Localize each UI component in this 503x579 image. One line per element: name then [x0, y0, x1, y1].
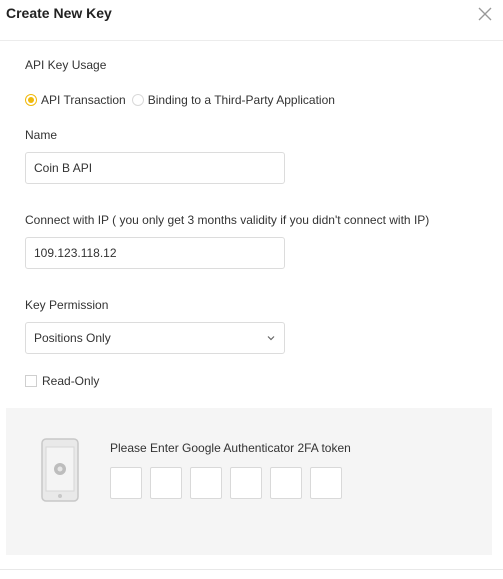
two-fa-digit-3[interactable] — [190, 467, 222, 499]
two-fa-digit-2[interactable] — [150, 467, 182, 499]
dialog-footer-divider — [0, 569, 503, 570]
api-key-usage-options: API Transaction Binding to a Third-Party… — [25, 92, 341, 108]
ip-input[interactable] — [25, 237, 285, 269]
two-fa-digit-1[interactable] — [110, 467, 142, 499]
read-only-label: Read-Only — [42, 374, 100, 388]
radio-third-party[interactable] — [131, 94, 144, 106]
chevron-down-icon — [267, 336, 275, 341]
radio-third-party-label[interactable]: Binding to a Third-Party Application — [148, 93, 335, 107]
radio-api-transaction-label[interactable]: API Transaction — [41, 93, 126, 107]
key-permission-select[interactable]: Positions Only — [25, 322, 285, 354]
read-only-checkbox[interactable] — [25, 375, 37, 387]
create-key-dialog: Create New Key API Key Usage API Transac… — [0, 0, 503, 579]
two-fa-panel: Please Enter Google Authenticator 2FA to… — [6, 408, 492, 555]
two-fa-code-inputs — [110, 467, 342, 499]
name-label: Name — [25, 128, 58, 142]
name-input[interactable] — [25, 152, 285, 184]
close-icon[interactable] — [477, 6, 493, 22]
two-fa-digit-4[interactable] — [230, 467, 262, 499]
key-permission-label: Key Permission — [25, 298, 109, 312]
api-key-usage-label: API Key Usage — [25, 58, 107, 72]
key-permission-value: Positions Only — [34, 331, 111, 345]
radio-api-transaction[interactable] — [25, 94, 37, 106]
two-fa-prompt: Please Enter Google Authenticator 2FA to… — [110, 441, 351, 455]
read-only-option[interactable]: Read-Only — [25, 374, 99, 388]
dialog-title: Create New Key — [6, 5, 112, 21]
ip-label: Connect with IP ( you only get 3 months … — [25, 213, 430, 227]
dialog-header: Create New Key — [0, 0, 503, 41]
two-fa-digit-6[interactable] — [310, 467, 342, 499]
phone-icon — [41, 438, 79, 502]
two-fa-digit-5[interactable] — [270, 467, 302, 499]
